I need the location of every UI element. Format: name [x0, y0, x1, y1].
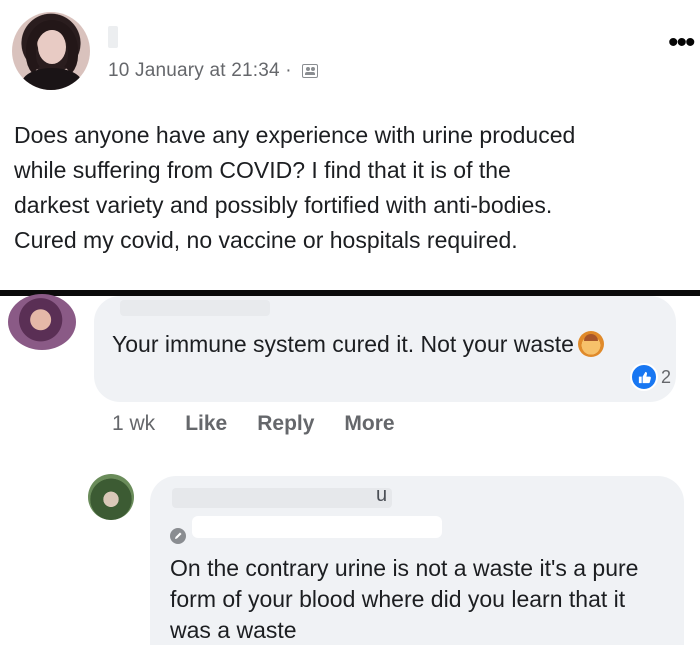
comment-timestamp[interactable]: 1 wk [112, 412, 155, 436]
reply-author-avatar[interactable] [88, 474, 134, 520]
post-timestamp[interactable]: 10 January at 21:34 · [108, 60, 292, 82]
more-button[interactable]: More [344, 412, 394, 436]
comment-actions: 1 wk Like Reply More [112, 412, 395, 436]
comment-text-content: Your immune system cured it. Not your wa… [112, 331, 574, 357]
reply-badge-redacted [192, 516, 442, 538]
more-options-icon[interactable]: ••• [668, 28, 695, 58]
reply-author-name-fragment[interactable]: u [376, 484, 387, 507]
commenter-name-redacted [120, 300, 270, 316]
reply-text: On the contrary urine is not a waste it'… [170, 555, 639, 643]
post-author-avatar[interactable] [12, 12, 90, 90]
commenter-avatar[interactable] [8, 294, 76, 350]
post-meta: 10 January at 21:34 · [108, 60, 318, 82]
edit-icon [170, 528, 186, 544]
post-author-name-redacted [108, 26, 118, 48]
like-icon [630, 363, 658, 391]
post-body: Does anyone have any experience with uri… [14, 122, 576, 253]
comment-text: Your immune system cured it. Not your wa… [112, 328, 632, 360]
reply-button[interactable]: Reply [257, 412, 314, 436]
reaction-count: 2 [661, 366, 672, 387]
facepalm-emoji-icon [577, 331, 604, 357]
reply-author-name-redacted [172, 488, 392, 508]
like-button[interactable]: Like [185, 412, 227, 436]
reaction-summary[interactable]: 2 [630, 362, 671, 392]
friends-icon[interactable] [301, 64, 318, 78]
